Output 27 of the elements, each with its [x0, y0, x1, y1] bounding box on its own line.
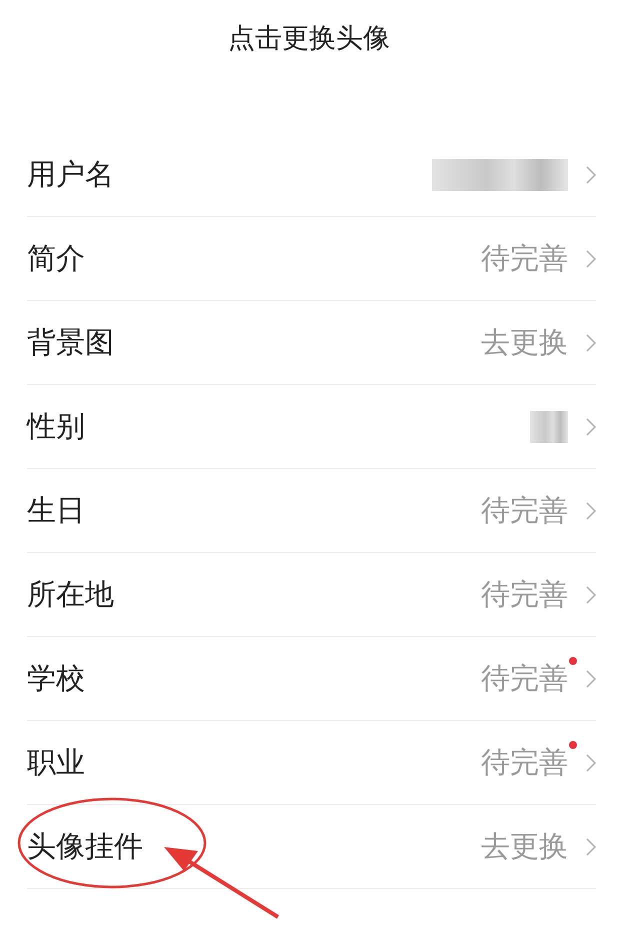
field-value[interactable]: 去更换 — [481, 828, 568, 862]
chevron-right-icon[interactable] — [586, 586, 596, 604]
field-label: 职业 — [27, 744, 85, 780]
field-label: 头像挂件 — [27, 828, 143, 864]
avatar-change-title[interactable]: 点击更换头像 — [228, 20, 390, 56]
field-value[interactable]: 待完善 — [481, 744, 568, 778]
chevron-right-icon[interactable] — [586, 502, 596, 520]
field-value[interactable]: 去更换 — [481, 324, 568, 358]
chevron-right-icon[interactable] — [586, 166, 596, 184]
field-label: 性别 — [27, 408, 85, 444]
chevron-right-icon[interactable] — [586, 838, 596, 856]
field-label: 学校 — [27, 660, 85, 696]
blurred-value — [530, 410, 568, 442]
field-label: 背景图 — [27, 324, 114, 360]
field-value[interactable]: 待完善 — [481, 240, 568, 274]
chevron-right-icon[interactable] — [586, 670, 596, 688]
chevron-right-icon[interactable] — [586, 418, 596, 436]
chevron-right-icon[interactable] — [586, 334, 596, 352]
field-value[interactable]: 待完善 — [481, 576, 568, 610]
chevron-right-icon[interactable] — [586, 250, 596, 268]
field-label: 生日 — [27, 492, 85, 528]
field-value[interactable]: 待完善 — [481, 660, 568, 694]
field-label: 所在地 — [27, 576, 114, 612]
field-value[interactable]: 待完善 — [481, 492, 568, 526]
field-label: 用户名 — [27, 156, 114, 192]
field-label: 简介 — [27, 240, 85, 276]
chevron-right-icon[interactable] — [586, 754, 596, 772]
